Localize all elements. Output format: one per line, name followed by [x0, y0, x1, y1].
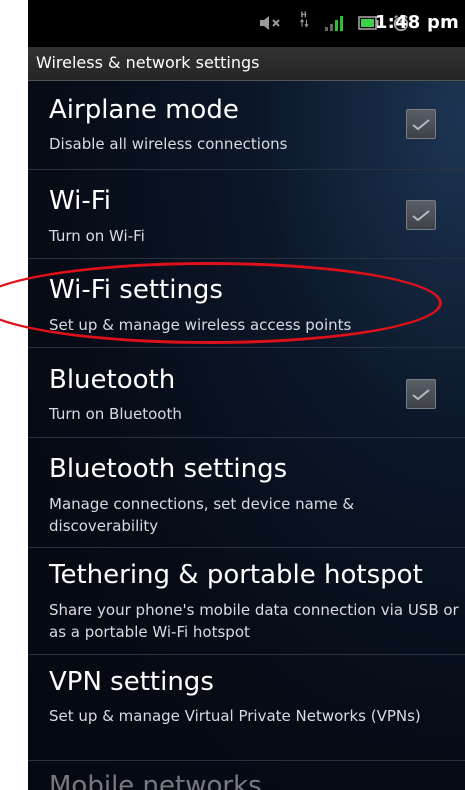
setting-tethering[interactable]: Tethering & portable hotspot Share your …: [28, 548, 465, 655]
setting-title: Bluetooth settings: [49, 454, 288, 484]
hspa-icon: H: [300, 11, 309, 28]
setting-wifi[interactable]: Wi-Fi Turn on Wi-Fi: [28, 170, 465, 259]
setting-title: Mobile networks: [49, 771, 262, 790]
setting-airplane-mode[interactable]: Airplane mode Disable all wireless conne…: [28, 81, 465, 170]
svg-text:H: H: [301, 11, 307, 20]
setting-subtitle: Disable all wireless connections: [49, 135, 288, 153]
setting-title: Bluetooth: [49, 365, 176, 395]
phone-screen: H 1:48 pm Wireless & network settings Ai…: [28, 0, 465, 790]
setting-title: Airplane mode: [49, 95, 239, 125]
setting-subtitle: Turn on Bluetooth: [49, 405, 182, 423]
setting-subtitle: Turn on Wi-Fi: [49, 227, 145, 245]
title-bar: Wireless & network settings: [28, 47, 465, 81]
setting-mobile-networks[interactable]: Mobile networks: [28, 761, 465, 790]
clock: 1:48 pm: [374, 12, 459, 33]
mute-icon: [260, 16, 280, 30]
checkmark-icon: [412, 119, 430, 131]
page-title: Wireless & network settings: [36, 53, 260, 72]
setting-bluetooth[interactable]: Bluetooth Turn on Bluetooth: [28, 348, 465, 438]
setting-bluetooth-settings[interactable]: Bluetooth settings Manage connections, s…: [28, 438, 465, 548]
setting-subtitle: Set up & manage wireless access points: [49, 316, 352, 334]
airplane-mode-checkbox[interactable]: [406, 109, 436, 139]
setting-title: Wi-Fi: [49, 186, 112, 216]
setting-title: VPN settings: [49, 667, 214, 697]
bluetooth-checkbox[interactable]: [406, 379, 436, 409]
signal-icon: [325, 16, 343, 31]
checkmark-icon: [412, 210, 430, 222]
status-bar: H 1:48 pm: [28, 0, 465, 47]
setting-subtitle: Share your phone's mobile data connectio…: [49, 601, 459, 641]
setting-title: Wi-Fi settings: [49, 275, 223, 305]
settings-list: Airplane mode Disable all wireless conne…: [28, 81, 465, 790]
wifi-checkbox[interactable]: [406, 200, 436, 230]
checkmark-icon: [412, 389, 430, 401]
setting-wifi-settings[interactable]: Wi-Fi settings Set up & manage wireless …: [28, 259, 465, 348]
setting-vpn[interactable]: VPN settings Set up & manage Virtual Pri…: [28, 655, 465, 761]
setting-title: Tethering & portable hotspot: [49, 560, 423, 590]
setting-subtitle: Set up & manage Virtual Private Networks…: [49, 707, 421, 725]
setting-subtitle: Manage connections, set device name & di…: [49, 495, 355, 535]
